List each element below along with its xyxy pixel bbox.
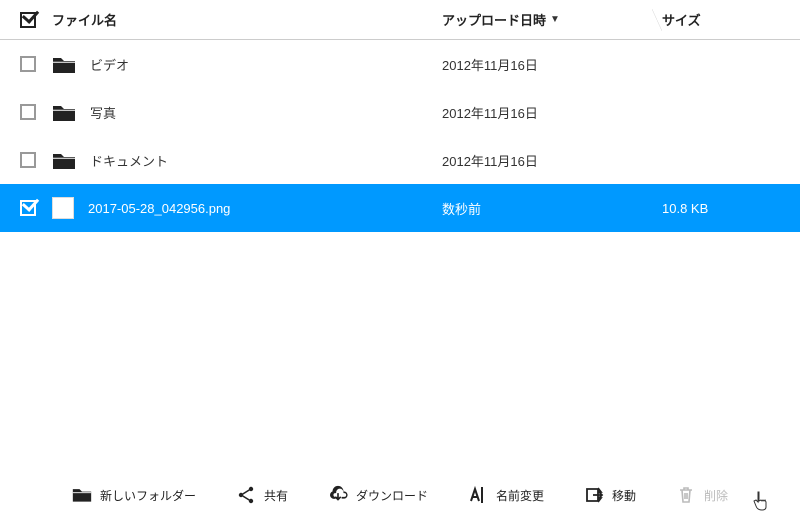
move-icon	[584, 485, 604, 505]
table-row[interactable]: ドキュメント 2012年11月16日	[0, 136, 800, 184]
toolbar-label: 削除	[704, 487, 728, 504]
rename-button[interactable]: 名前変更	[468, 485, 544, 505]
upload-date: 2012年11月16日	[442, 103, 538, 122]
resize-handle-icon[interactable]	[652, 9, 662, 31]
toolbar-label: ダウンロード	[356, 487, 428, 504]
folder-icon	[52, 103, 76, 121]
toolbar-label: 共有	[264, 487, 288, 504]
upload-date: 2012年11月16日	[442, 151, 538, 170]
toolbar-label: 新しいフォルダー	[100, 487, 196, 504]
row-checkbox[interactable]	[20, 200, 36, 216]
trash-icon	[676, 485, 696, 505]
share-button[interactable]: 共有	[236, 485, 288, 505]
select-all-checkbox[interactable]	[20, 12, 36, 28]
download-icon	[328, 485, 348, 505]
rename-icon	[468, 485, 488, 505]
col-name-label: ファイル名	[52, 10, 117, 29]
new-folder-button[interactable]: 新しいフォルダー	[72, 485, 196, 505]
folder-icon	[52, 55, 76, 73]
col-upload-label: アップロード日時	[442, 10, 546, 29]
row-checkbox[interactable]	[20, 152, 36, 168]
toolbar: 新しいフォルダー 共有 ダウンロード 名前変更 移動 削除	[0, 465, 800, 525]
file-icon	[52, 197, 74, 219]
file-size: 10.8 KB	[662, 201, 708, 216]
row-checkbox[interactable]	[20, 56, 36, 72]
col-name-header[interactable]: ファイル名	[48, 10, 442, 29]
row-checkbox[interactable]	[20, 104, 36, 120]
download-button[interactable]: ダウンロード	[328, 485, 428, 505]
file-list: ビデオ 2012年11月16日 写真 2012年11月16日 ドキュメント 20…	[0, 40, 800, 232]
upload-date: 2012年11月16日	[442, 55, 538, 74]
table-row[interactable]: ビデオ 2012年11月16日	[0, 40, 800, 88]
folder-icon	[52, 151, 76, 169]
table-row[interactable]: 2017-05-28_042956.png 数秒前 10.8 KB	[0, 184, 800, 232]
file-name: ビデオ	[90, 55, 129, 74]
upload-date: 数秒前	[442, 199, 481, 218]
folder-plus-icon	[72, 485, 92, 505]
col-size-header[interactable]: サイズ	[662, 9, 792, 31]
table-row[interactable]: 写真 2012年11月16日	[0, 88, 800, 136]
delete-button[interactable]: 削除	[676, 485, 728, 505]
file-name: 写真	[90, 103, 116, 122]
file-name: ドキュメント	[90, 151, 168, 170]
col-size-label: サイズ	[662, 10, 701, 29]
sort-desc-icon: ▼	[550, 14, 560, 25]
toolbar-label: 名前変更	[496, 487, 544, 504]
toolbar-label: 移動	[612, 487, 636, 504]
move-button[interactable]: 移動	[584, 485, 636, 505]
col-upload-header[interactable]: アップロード日時 ▼	[442, 10, 662, 29]
table-header: ファイル名 アップロード日時 ▼ サイズ	[0, 0, 800, 40]
share-icon	[236, 485, 256, 505]
col-check-header	[8, 12, 48, 28]
file-name: 2017-05-28_042956.png	[88, 201, 230, 216]
